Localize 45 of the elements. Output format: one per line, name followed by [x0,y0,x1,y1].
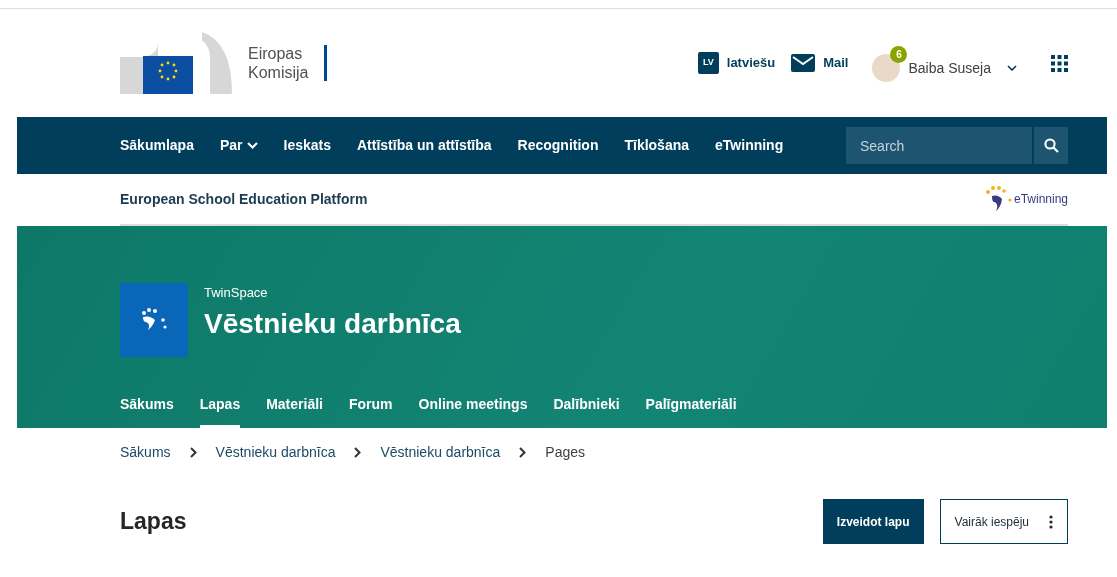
etwinning-logo[interactable]: eTwinning [983,186,1068,212]
logo-text: Eiropas [248,44,304,63]
figure-stars-icon [983,186,1014,212]
nav-link[interactable]: eTwinning [702,135,797,156]
tab[interactable]: Palīgmateriāli [645,384,737,428]
logo-text: Komisija [248,63,309,82]
european-commission-logo-icon[interactable] [120,32,232,94]
nav-link[interactable]: Tīklošana [611,135,703,156]
breadcrumb-current: Pages [545,443,585,462]
search-icon [1043,138,1059,153]
nav-link[interactable]: Ieskats [270,135,344,156]
nav-dropdown[interactable]: Par [206,135,271,156]
figures-stars-icon [139,308,169,332]
create-page-button[interactable]: Izveidot lapu [822,499,924,544]
search-button[interactable] [1034,127,1068,164]
tab[interactable]: Lapas [199,384,241,428]
chevron-down-icon [246,142,258,149]
language-selector[interactable]: LV latviešu [697,52,776,74]
platform-title: European School Education Platform [120,189,368,209]
twinspace-label: TwinSpace [204,284,269,302]
mail-link[interactable]: Mail [791,53,849,73]
chevron-right-icon [189,447,197,458]
chevron-right-icon [519,447,527,458]
tab[interactable]: Materiāli [266,384,323,428]
tab[interactable]: Forum [349,384,393,428]
tab[interactable]: Sākums [120,384,174,428]
chevron-down-icon [1007,65,1017,71]
nav-link[interactable]: Attīstība un attīstība [344,135,505,156]
chevron-right-icon [354,447,362,458]
kebab-menu-icon [1049,514,1053,529]
breadcrumb-link[interactable]: Vēstnieku darbnīca [380,442,501,463]
breadcrumb-link[interactable]: Vēstnieku darbnīca [215,442,336,463]
notification-count: 6 [890,46,908,63]
breadcrumb-link[interactable]: Sākums [120,442,171,463]
user-menu[interactable]: 6 Baiba Suseja [872,44,1019,82]
nav-link[interactable]: Recognition [504,135,612,156]
apps-grid-icon[interactable] [1051,54,1068,72]
more-options-button[interactable]: Vairāk iespēju [939,499,1068,544]
twinspace-title: Vēstnieku darbnīca [204,306,461,341]
tab[interactable]: Online meetings [418,384,528,428]
tab[interactable]: Dalībnieki [553,384,620,428]
search-field[interactable]: Search [846,127,1032,164]
nav-link[interactable]: Sākumlapa [107,135,207,156]
envelope-icon [791,54,816,72]
page-title: Lapas [120,507,187,536]
